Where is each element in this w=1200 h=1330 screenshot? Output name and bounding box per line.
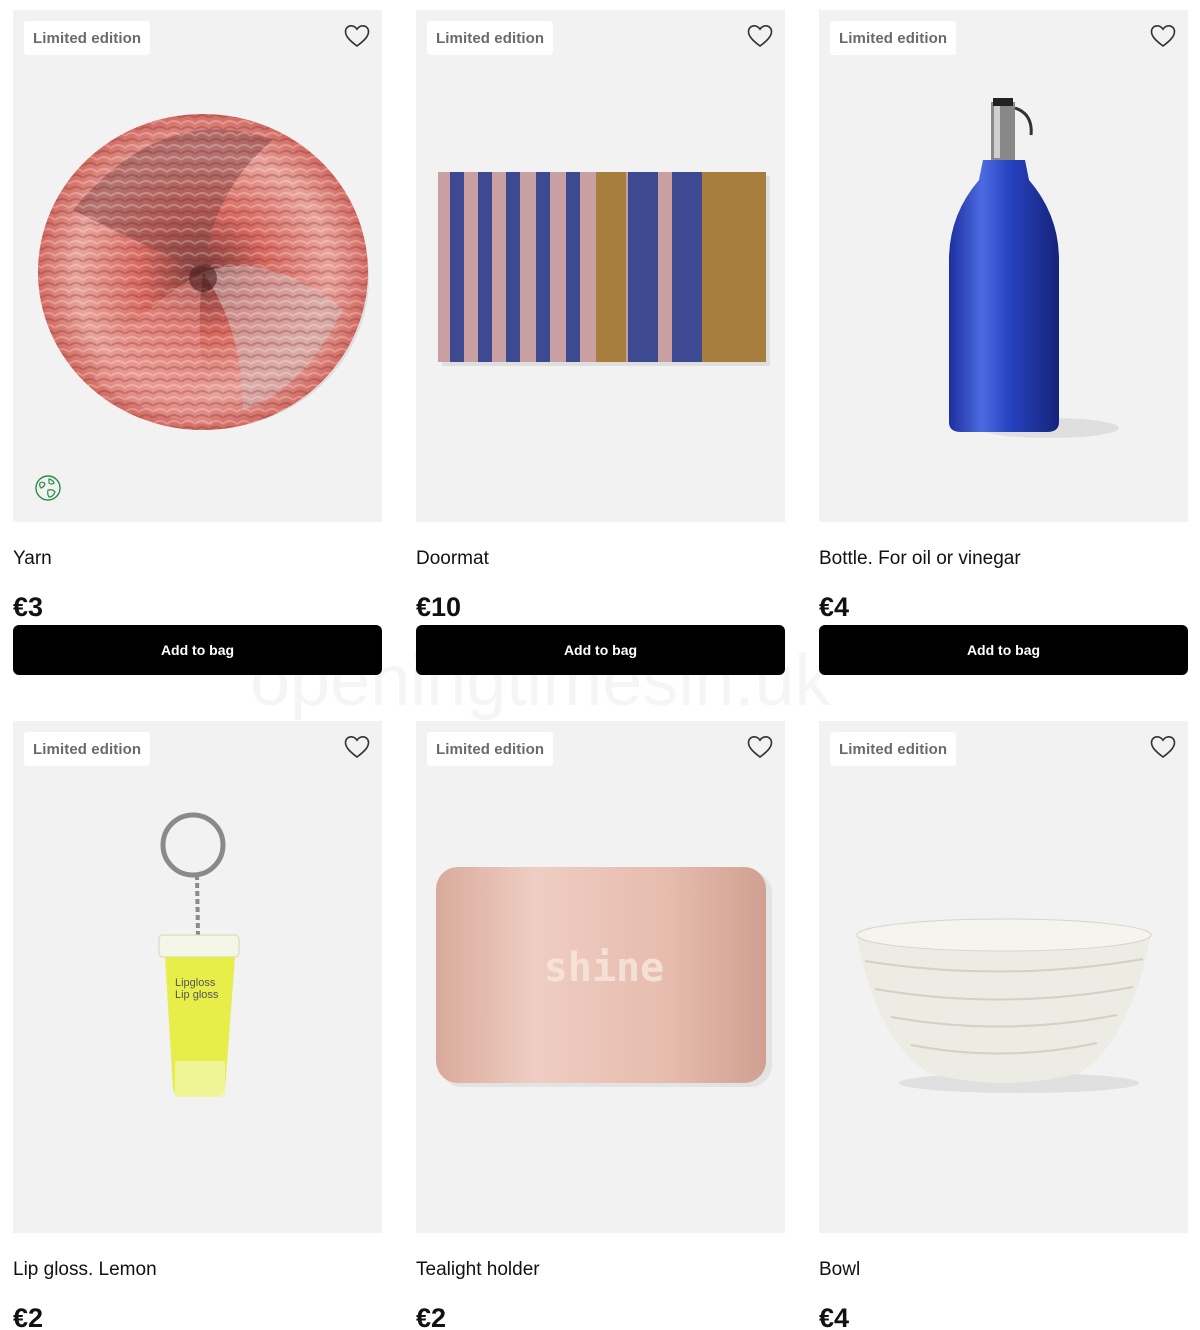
bottle-image [949,98,1119,438]
lip-gloss-label-line1: Lipgloss [175,977,216,989]
product-card-tealight-holder[interactable]: shine Limited edition Tealight holder €2 [416,721,785,1330]
lip-gloss-keyring-image: Lipgloss Lip gloss [158,812,240,1097]
product-image-box[interactable]: Limited edition [819,10,1188,522]
product-name[interactable]: Bottle. For oil or vinegar [819,548,1021,570]
product-card-yarn[interactable]: Limited edition Yarn €3 Add to bag [13,10,382,675]
product-price: €2 [416,1303,447,1330]
product-card-bottle[interactable]: Limited edition Bottle. For oil or vineg… [819,10,1188,675]
product-image-box[interactable]: Limited edition [416,10,785,522]
heart-icon[interactable] [747,24,773,48]
product-price: €2 [13,1303,44,1330]
product-card-lip-gloss[interactable]: Lipgloss Lip gloss Limited edition Lip g… [13,721,382,1330]
product-image-box[interactable]: Limited edition [13,10,382,522]
product-image-box[interactable]: Lipgloss Lip gloss Limited edition [13,721,382,1233]
product-price: €3 [13,592,44,622]
heart-icon[interactable] [1150,24,1176,48]
product-card-bowl[interactable]: Limited edition Bowl €4 [819,721,1188,1330]
limited-edition-badge: Limited edition [830,732,957,766]
bowl-image [856,918,1152,1093]
product-name[interactable]: Tealight holder [416,1259,540,1281]
product-price: €4 [819,1303,850,1330]
tealight-holder-image: shine [436,867,772,1087]
limited-edition-badge: Limited edition [427,732,554,766]
limited-edition-badge: Limited edition [24,732,151,766]
heart-icon[interactable] [344,735,370,759]
product-grid: Limited edition Yarn €3 Add to bag Limit… [0,0,1200,1330]
product-card-doormat[interactable]: Limited edition Doormat €10 Add to bag [416,10,785,675]
add-to-bag-button[interactable]: Add to bag [416,625,785,675]
globe-icon [34,474,62,502]
product-name[interactable]: Bowl [819,1259,860,1281]
product-image-box[interactable]: shine Limited edition [416,721,785,1233]
product-name[interactable]: Doormat [416,548,489,570]
heart-icon[interactable] [344,24,370,48]
doormat-image [438,172,770,366]
limited-edition-badge: Limited edition [830,21,957,55]
yarn-image [38,114,369,430]
product-image-box[interactable]: Limited edition [819,721,1188,1233]
add-to-bag-button[interactable]: Add to bag [819,625,1188,675]
lip-gloss-label-line2: Lip gloss [175,989,219,1001]
add-to-bag-button[interactable]: Add to bag [13,625,382,675]
limited-edition-badge: Limited edition [24,21,151,55]
product-name[interactable]: Yarn [13,548,52,570]
heart-icon[interactable] [747,735,773,759]
product-price: €10 [416,592,462,622]
heart-icon[interactable] [1150,735,1176,759]
product-price: €4 [819,592,850,622]
product-name[interactable]: Lip gloss. Lemon [13,1259,157,1281]
limited-edition-badge: Limited edition [427,21,554,55]
tealight-print-text: shine [544,945,664,991]
